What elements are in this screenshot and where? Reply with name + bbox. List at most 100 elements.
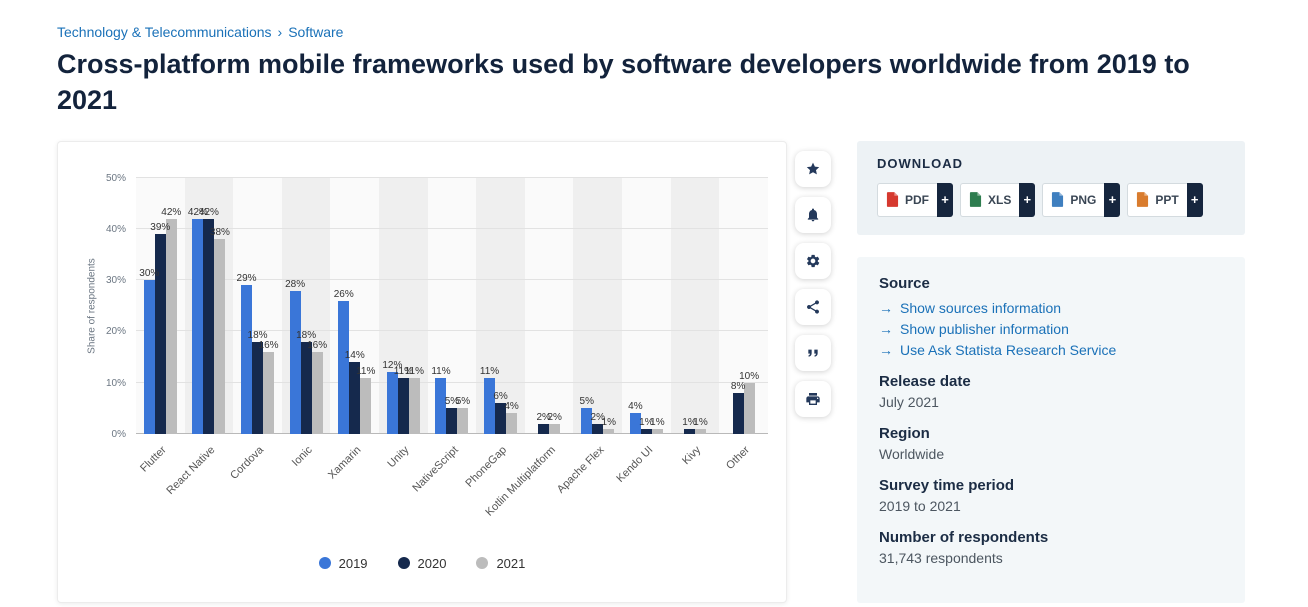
file-pdf-icon	[886, 192, 899, 208]
x-axis-tick: React Native	[164, 434, 234, 534]
chart-card: Share of respondents 0% 10% 20% 30% 40% 50% 3…	[57, 140, 787, 603]
bar-2021-react-native[interactable]: 38%	[210, 227, 230, 434]
download-group-ppt: PPT +	[1127, 182, 1203, 217]
download-group-png: PNG +	[1042, 182, 1121, 217]
source-link-label: Use Ask Statista Research Service	[900, 341, 1117, 358]
bar-2019-react-native[interactable]: 42%	[188, 207, 208, 434]
bar-group-cordova: 29% 18% 16%	[233, 178, 282, 434]
detail-section-region: Region Worldwide	[879, 425, 1223, 462]
bar-2020-kendo-ui[interactable]: 1%	[639, 417, 654, 434]
breadcrumb-separator: ›	[277, 24, 283, 40]
bar-group-kivy: 1% 1%	[671, 178, 720, 434]
notifications-button[interactable]	[795, 196, 831, 233]
bar-2021-flutter[interactable]: 42%	[161, 207, 181, 434]
bar-2019-flutter[interactable]: 30%	[139, 268, 159, 434]
bar-2020-other[interactable]: 8%	[731, 381, 745, 434]
detail-label: Region	[879, 424, 930, 442]
bar-2021-xamarin[interactable]: 11%	[356, 366, 375, 434]
bar-2021-phonegap[interactable]: 4%	[504, 401, 519, 434]
download-format-label: PDF	[905, 192, 929, 207]
star-icon	[806, 162, 820, 175]
bar-2020-cordova[interactable]: 18%	[248, 330, 268, 434]
bar-2021-kotlin-multiplatform[interactable]: 2%	[547, 412, 562, 434]
download-xls-plus-button[interactable]: +	[1019, 182, 1036, 217]
bar-2020-unity[interactable]: 11%	[394, 366, 413, 434]
bar-2019-cordova[interactable]: 29%	[237, 273, 257, 434]
source-link-use-ask-statista-research-service[interactable]: → Use Ask Statista Research Service	[879, 342, 1223, 358]
bar-2019-phonegap[interactable]: 11%	[480, 366, 499, 434]
breadcrumb: Technology & Telecommunications › Software	[57, 24, 1308, 40]
legend-dot	[318, 557, 331, 570]
favorite-button[interactable]	[795, 150, 831, 187]
x-axis-label: Flutter	[138, 443, 169, 475]
plot-area: 0% 10% 20% 30% 40% 50% 30% 39% 42% 42% 42% 38% 29% 1…	[106, 173, 768, 440]
settings-button[interactable]	[795, 242, 831, 279]
bar-2021-cordova[interactable]: 16%	[259, 340, 279, 434]
download-buttons-row: PDF + XLS + PNG + PPT +	[877, 182, 1225, 217]
x-axis-label: Other	[724, 443, 753, 472]
bar-2021-ionic[interactable]: 16%	[307, 340, 327, 434]
bar-2021-unity[interactable]: 11%	[405, 366, 424, 434]
file-png-icon	[1052, 192, 1064, 208]
download-png-button[interactable]: PNG	[1042, 182, 1105, 217]
bar-2020-nativescript[interactable]: 5%	[445, 396, 459, 434]
share-icon	[807, 300, 819, 314]
bar-2020-kotlin-multiplatform[interactable]: 2%	[536, 412, 551, 434]
bar-value-label: 1%	[601, 416, 617, 428]
x-axis-tick: Kendo UI	[614, 434, 671, 534]
source-header: Source	[879, 274, 930, 292]
cite-button[interactable]	[795, 334, 831, 371]
share-button[interactable]	[795, 288, 831, 325]
x-axis: Flutter React Native Cordova Ionic Xamarin Un…	[136, 434, 768, 534]
arrow-icon: →	[879, 299, 893, 316]
right-panel: DOWNLOAD PDF + XLS + PNG + PPT + Source → Show s…	[857, 140, 1245, 603]
legend-item-2020: 2020	[397, 556, 446, 571]
download-ppt-button[interactable]: PPT	[1127, 182, 1187, 217]
x-axis-tick: Kivy	[671, 434, 720, 534]
bar-group-phonegap: 11% 6% 4%	[476, 178, 525, 434]
file-xls-icon	[969, 192, 982, 208]
print-button[interactable]	[795, 380, 831, 417]
download-group-pdf: PDF +	[877, 182, 953, 217]
bar-value-label: 30%	[139, 268, 160, 280]
bar-2020-flutter[interactable]: 39%	[150, 222, 170, 434]
bar-2019-xamarin[interactable]: 26%	[334, 289, 354, 434]
bar-value-label: 26%	[333, 288, 354, 300]
download-pdf-button[interactable]: PDF	[877, 182, 937, 217]
detail-label: Release date	[879, 372, 971, 390]
bar-2020-kivy[interactable]: 1%	[682, 417, 697, 434]
y-axis-title: Share of respondents	[86, 258, 98, 354]
bar-value-label: 11%	[404, 365, 424, 377]
source-link-show-sources-information[interactable]: → Show sources information	[879, 300, 1223, 316]
download-ppt-plus-button[interactable]: +	[1186, 182, 1203, 217]
bar-2019-unity[interactable]: 12%	[382, 360, 402, 434]
legend-dot	[397, 557, 410, 570]
bar-2021-kivy[interactable]: 1%	[693, 417, 708, 434]
detail-section-release-date: Release date July 2021	[879, 373, 1223, 410]
source-link-show-publisher-information[interactable]: → Show publisher information	[879, 321, 1223, 337]
breadcrumb-subcategory-link[interactable]: Software	[288, 24, 343, 40]
legend-label: 2021	[496, 555, 526, 571]
bar-value-label: 42%	[161, 206, 182, 218]
bar-2021-apache-flex[interactable]: 1%	[602, 417, 616, 434]
bar-value-label: 28%	[285, 278, 306, 290]
bar-value-label: 5%	[455, 396, 471, 408]
source-link-label: Show publisher information	[900, 320, 1069, 337]
bar-2021-nativescript[interactable]: 5%	[456, 396, 470, 434]
gear-icon	[807, 254, 820, 268]
bar-2021-kendo-ui[interactable]: 1%	[650, 417, 665, 434]
bar-2020-react-native[interactable]: 42%	[199, 207, 219, 434]
chart-legend: 2019 2020 2021	[58, 556, 786, 571]
detail-value: July 2021	[879, 393, 939, 410]
bar-2019-ionic[interactable]: 28%	[285, 279, 305, 434]
source-links: → Show sources information → Show publisher…	[879, 300, 1223, 358]
download-xls-button[interactable]: XLS	[960, 182, 1020, 217]
file-ppt-icon	[1137, 192, 1149, 208]
download-pdf-plus-button[interactable]: +	[937, 182, 953, 217]
detail-section-survey-time-period: Survey time period 2019 to 2021	[879, 477, 1223, 514]
breadcrumb-category-link[interactable]: Technology & Telecommunications	[57, 24, 272, 40]
download-png-plus-button[interactable]: +	[1104, 182, 1121, 217]
download-format-label: PNG	[1070, 192, 1097, 207]
bar-2020-ionic[interactable]: 18%	[296, 330, 316, 434]
chart-body: Share of respondents 0% 10% 20% 30% 40% 50% 3…	[58, 173, 786, 440]
